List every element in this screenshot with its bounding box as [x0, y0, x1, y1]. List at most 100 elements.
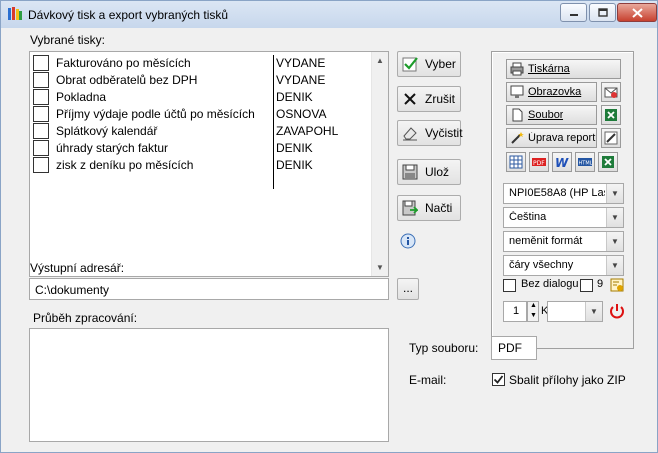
- list-item[interactable]: úhrady starých faktur DENIK: [30, 140, 373, 157]
- cancel-button-label: Zrušit: [425, 92, 455, 106]
- copies-checkbox[interactable]: [580, 279, 593, 292]
- clear-button-label: Vyčistit: [425, 126, 463, 140]
- printer-select[interactable]: NPI0E58A8 (HP LaserJet) ▼: [503, 183, 624, 204]
- load-icon: [402, 200, 418, 216]
- chevron-down-icon[interactable]: ▼: [585, 302, 602, 321]
- minimize-button[interactable]: [560, 3, 587, 22]
- pdf-format-button[interactable]: PDF: [529, 152, 549, 172]
- format-select[interactable]: neměnit formát ▼: [503, 231, 624, 252]
- power-icon[interactable]: [608, 302, 626, 320]
- language-select[interactable]: Čeština ▼: [503, 207, 624, 228]
- monitor-icon: [510, 85, 524, 98]
- list-item[interactable]: Splátkový kalendář ZAVAPOHL: [30, 123, 373, 140]
- file-button[interactable]: Soubor: [506, 105, 597, 125]
- table-icon: [509, 155, 523, 169]
- maximize-button[interactable]: [589, 3, 616, 22]
- row-name: Fakturováno po měsících: [56, 56, 191, 70]
- save-button[interactable]: Ulož: [397, 159, 461, 185]
- html-format-button[interactable]: HTML: [575, 152, 595, 172]
- list-item[interactable]: Pokladna DENIK: [30, 89, 373, 106]
- maximize-icon: [597, 8, 608, 17]
- lines-select[interactable]: čáry všechny ▼: [503, 255, 624, 276]
- file-type-label: Typ souboru:: [409, 341, 479, 355]
- select-button[interactable]: Vyber: [397, 51, 461, 77]
- email-icon: [604, 87, 618, 98]
- email-label: E-mail:: [409, 373, 447, 387]
- spinner-up-icon[interactable]: ▲: [530, 302, 537, 309]
- designer-icon: [604, 131, 618, 145]
- main-window: Dávkový tisk a export vybraných tisků Vy…: [0, 0, 658, 453]
- cancel-button[interactable]: Zrušit: [397, 86, 461, 112]
- browse-button[interactable]: ...: [397, 278, 419, 300]
- clear-button[interactable]: Vyčistit: [397, 120, 463, 146]
- scroll-down-icon[interactable]: ▼: [376, 263, 384, 272]
- checkmark-icon: [493, 375, 504, 384]
- spinner-down-icon[interactable]: ▼: [530, 312, 537, 319]
- chevron-down-icon[interactable]: ▼: [606, 184, 623, 203]
- chevron-down-icon[interactable]: ▼: [606, 208, 623, 227]
- row-checkbox[interactable]: [33, 55, 49, 71]
- save-icon: [402, 164, 418, 180]
- excel-export-button[interactable]: [601, 105, 621, 125]
- edit-report-button-label: Úprava reportu: [528, 132, 596, 144]
- scroll-up-icon[interactable]: ▲: [376, 56, 384, 65]
- browse-button-label: ...: [403, 281, 414, 295]
- no-dialog-label: Bez dialogu: [521, 278, 579, 290]
- row-type: VYDANE: [276, 56, 326, 70]
- copies-spinner-value: 1: [513, 305, 520, 317]
- row-name: zisk z deníku po měsících: [56, 158, 194, 172]
- spinner-buttons[interactable]: ▲ ▼: [527, 301, 539, 322]
- screen-button[interactable]: Obrazovka: [506, 82, 597, 102]
- list-item[interactable]: Fakturováno po měsících VYDANE: [30, 55, 373, 72]
- row-checkbox[interactable]: [33, 106, 49, 122]
- info-icon[interactable]: [400, 233, 416, 249]
- row-checkbox[interactable]: [33, 157, 49, 173]
- row-type: DENIK: [276, 158, 313, 172]
- row-checkbox[interactable]: [33, 72, 49, 88]
- email-send-button[interactable]: [601, 82, 621, 102]
- settings-key-icon[interactable]: [610, 277, 626, 293]
- document-icon: [512, 108, 523, 122]
- row-name: Splátkový kalendář: [56, 124, 158, 138]
- edit-report-button[interactable]: Úprava reportu: [506, 128, 597, 148]
- printer-select-value: NPI0E58A8 (HP LaserJet): [509, 187, 605, 199]
- no-dialog-checkbox[interactable]: [503, 279, 516, 292]
- list-scrollbar[interactable]: ▲ ▼: [371, 52, 388, 276]
- app-icon: [8, 7, 22, 20]
- list-item[interactable]: zisk z deníku po měsících DENIK: [30, 157, 373, 174]
- zip-attachments-label: Sbalit přílohy jako ZIP: [509, 373, 626, 387]
- xls-format-button[interactable]: [598, 152, 618, 172]
- list-item[interactable]: Příjmy výdaje podle účtů po měsících OSN…: [30, 106, 373, 123]
- copies-spinner-input[interactable]: 1: [503, 301, 527, 322]
- word-format-button[interactable]: W: [552, 152, 572, 172]
- selected-prints-list[interactable]: Fakturováno po měsících VYDANE Obrat odb…: [29, 51, 389, 277]
- list-item[interactable]: Obrat odběratelů bez DPH VYDANE: [30, 72, 373, 89]
- chevron-down-icon[interactable]: ▼: [606, 232, 623, 251]
- progress-log: [29, 328, 389, 442]
- load-button[interactable]: Načti: [397, 195, 461, 221]
- chevron-down-icon[interactable]: ▼: [606, 256, 623, 275]
- svg-text:PDF: PDF: [533, 160, 545, 167]
- row-type: ZAVAPOHL: [276, 124, 339, 138]
- report-designer-button[interactable]: [601, 128, 621, 148]
- close-icon: [631, 7, 643, 18]
- row-type: DENIK: [276, 90, 313, 104]
- html-icon: HTML: [578, 158, 592, 167]
- zip-attachments-checkbox[interactable]: [492, 373, 505, 386]
- save-button-label: Ulož: [425, 165, 450, 179]
- close-button[interactable]: [617, 3, 657, 22]
- k-select[interactable]: ▼: [547, 301, 603, 322]
- output-panel: Tiskárna Obrazovka Soubor Úprava reportu…: [491, 51, 634, 349]
- file-type-input[interactable]: PDF: [491, 336, 537, 360]
- svg-text:W: W: [555, 156, 569, 169]
- row-checkbox[interactable]: [33, 123, 49, 139]
- output-dir-input[interactable]: C:\dokumenty: [29, 278, 389, 300]
- file-button-label: Soubor: [528, 109, 564, 121]
- row-checkbox[interactable]: [33, 140, 49, 156]
- table-format-button[interactable]: [506, 152, 526, 172]
- row-name: Obrat odběratelů bez DPH: [56, 73, 198, 87]
- row-checkbox[interactable]: [33, 89, 49, 105]
- printer-button[interactable]: Tiskárna: [506, 59, 621, 79]
- file-type-value: PDF: [498, 341, 522, 355]
- title-bar: Dávkový tisk a export vybraných tisků: [1, 1, 657, 28]
